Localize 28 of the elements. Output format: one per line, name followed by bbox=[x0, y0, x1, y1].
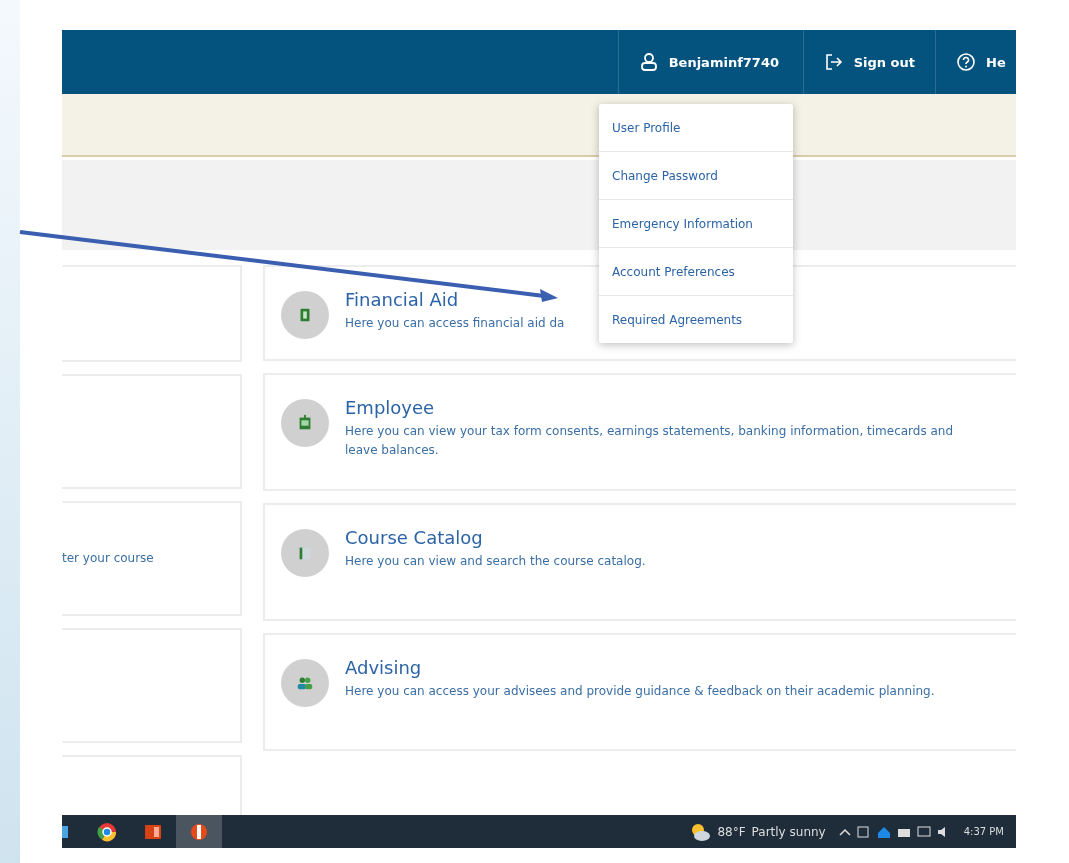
book-icon bbox=[281, 529, 329, 577]
document-app-icon[interactable] bbox=[176, 815, 222, 848]
card-description: Here you can access your advisees and provide guidance & feedback on their academic planning. bbox=[345, 683, 935, 700]
help-icon bbox=[956, 52, 976, 72]
menu-item[interactable]: Account Preferences bbox=[599, 248, 793, 296]
temperature: 88°F bbox=[717, 824, 746, 839]
card-title: Financial Aid bbox=[345, 289, 460, 310]
card-description: Here you can access financial aid da bbox=[345, 315, 565, 332]
menu-item[interactable]: Emergency Information bbox=[599, 200, 793, 248]
menu-item[interactable]: Change Password bbox=[599, 152, 793, 200]
card-title: Advising bbox=[345, 657, 423, 678]
people-icon bbox=[281, 659, 329, 707]
card-description: ter your course bbox=[62, 551, 154, 566]
menu-card[interactable]: Advising Here you can access your advisees and provide guidance & feedback on their academic planning. bbox=[263, 633, 1016, 751]
weather-text: Partly sunny bbox=[751, 824, 826, 839]
menu-item[interactable]: Required Agreements bbox=[599, 296, 793, 343]
weather-icon bbox=[689, 821, 712, 842]
card-title: Course Catalog bbox=[345, 527, 484, 548]
card-description: Here you can view your tax form consents, earnings statements, banking information, timecards and leave balances. bbox=[345, 423, 955, 459]
card-title: Employee bbox=[345, 397, 436, 418]
badge-icon bbox=[281, 399, 329, 447]
menu-card[interactable]: Course Catalog Here you can view and search the course catalog. bbox=[263, 503, 1016, 621]
user-icon bbox=[638, 52, 659, 72]
menu-card[interactable]: Employee Here you can view your tax form consents, earnings statements, banking information, timecards and leave balances. bbox=[263, 373, 1016, 491]
clock: 4:37 PM bbox=[963, 826, 1004, 837]
sign-out-icon bbox=[823, 52, 844, 72]
card-description: Here you can view and search the course catalog. bbox=[345, 553, 646, 570]
menu-item[interactable]: User Profile bbox=[599, 104, 793, 152]
